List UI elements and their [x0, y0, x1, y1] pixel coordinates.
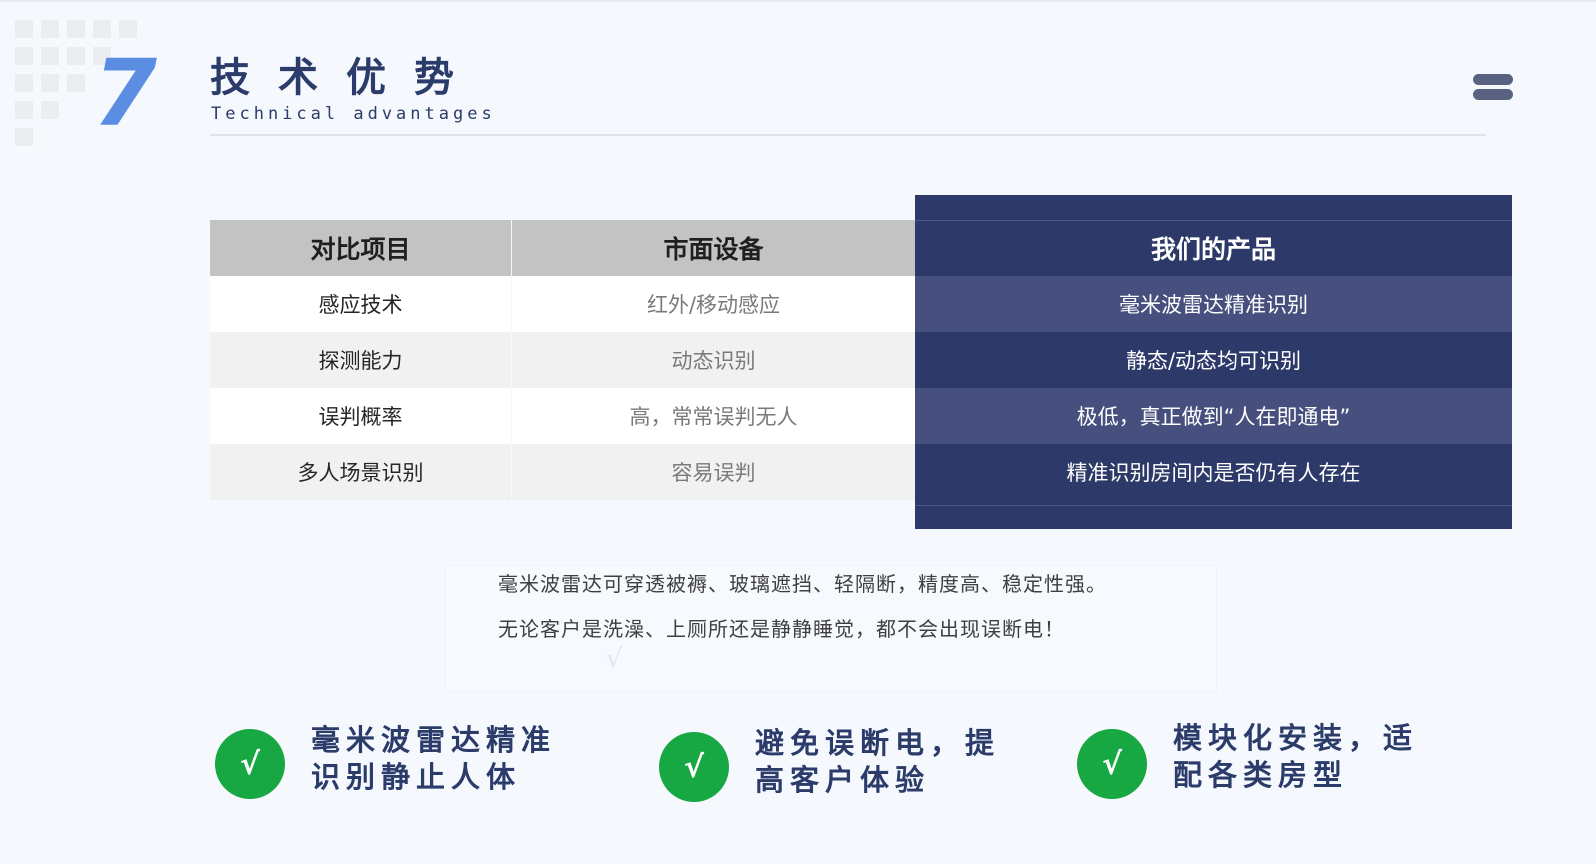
row-label: 探测能力 — [210, 332, 511, 388]
market-value: 动态识别 — [512, 332, 915, 388]
description-box: 毫米波雷达可穿透被褥、玻璃遮挡、轻隔断，精度高、稳定性强。 无论客户是洗澡、上厕… — [445, 565, 1217, 692]
table-row: 误判概率 高，常常误判无人 极低，真正做到“人在即通电” — [210, 388, 1512, 444]
market-value: 高，常常误判无人 — [512, 388, 915, 444]
row-label: 多人场景识别 — [210, 444, 511, 500]
menu-icon[interactable] — [1473, 74, 1513, 102]
table-row: 探测能力 动态识别 静态/动态均可识别 — [210, 332, 1512, 388]
row-label: 感应技术 — [210, 276, 511, 332]
check-icon: √ — [1077, 729, 1147, 799]
our-value: 毫米波雷达精准识别 — [915, 276, 1512, 332]
comparison-table: 对比项目 市面设备 我们的产品 感应技术 红外/移动感应 毫米波雷达精准识别 探… — [210, 195, 1512, 529]
section-number: 7 — [93, 40, 158, 147]
header-market-device: 市面设备 — [512, 220, 915, 276]
table-row: 多人场景识别 容易误判 精准识别房间内是否仍有人存在 — [210, 444, 1512, 500]
check-icon: √ — [659, 732, 729, 802]
market-value: 红外/移动感应 — [512, 276, 915, 332]
feature-text: 避免误断电，提 高客户体验 — [755, 726, 1001, 797]
faint-check-icon: √ — [606, 644, 623, 674]
feature-text: 模块化安装，适 配各类房型 — [1173, 721, 1419, 792]
market-value: 容易误判 — [512, 444, 915, 500]
table-row: 感应技术 红外/移动感应 毫米波雷达精准识别 — [210, 276, 1512, 332]
our-value: 极低，真正做到“人在即通电” — [915, 388, 1512, 444]
description-line-1: 毫米波雷达可穿透被褥、玻璃遮挡、轻隔断，精度高、稳定性强。 — [498, 572, 1107, 596]
row-label: 误判概率 — [210, 388, 511, 444]
title-divider — [210, 134, 1486, 136]
our-value: 静态/动态均可识别 — [915, 332, 1512, 388]
top-border — [0, 0, 1596, 2]
header-our-product: 我们的产品 — [1150, 235, 1276, 264]
page-title: 技术优势 — [210, 55, 482, 101]
check-icon: √ — [215, 729, 285, 799]
page-subtitle: Technical advantages — [211, 104, 496, 124]
feature-text: 毫米波雷达精准 识别静止人体 — [311, 723, 557, 794]
our-value: 精准识别房间内是否仍有人存在 — [915, 444, 1512, 500]
header-compare-item: 对比项目 — [210, 220, 511, 276]
description-line-2: 无论客户是洗澡、上厕所还是静静睡觉，都不会出现误断电！ — [498, 617, 1065, 641]
